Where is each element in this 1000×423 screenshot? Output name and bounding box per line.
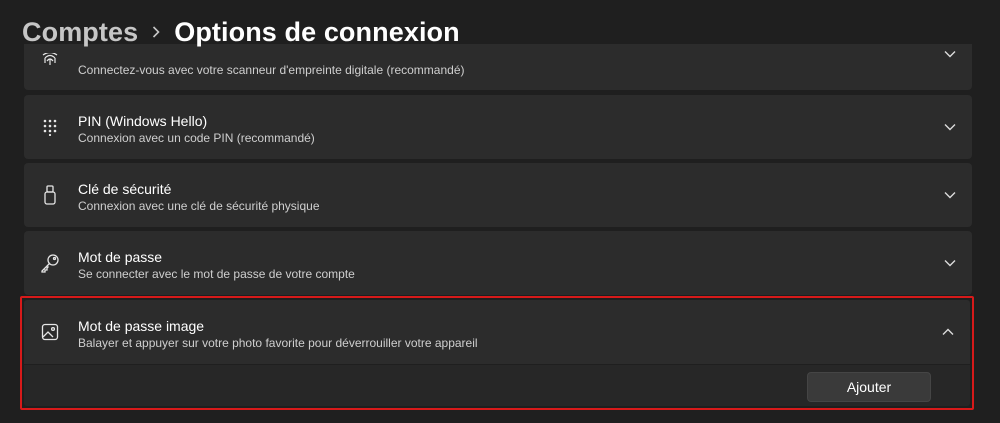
option-security-key-description: Connexion avec une clé de sécurité physi… [78, 199, 320, 213]
chevron-down-icon [942, 187, 958, 203]
breadcrumb: Comptes Options de connexion [22, 12, 460, 52]
option-security-key[interactable]: Clé de sécurité Connexion avec une clé d… [24, 163, 972, 227]
option-fingerprint-description: Connectez-vous avec votre scanneur d'emp… [78, 63, 465, 77]
option-password-title: Mot de passe [78, 249, 163, 265]
chevron-down-icon [942, 255, 958, 271]
option-picture-password-body: Ajouter [24, 365, 970, 406]
fingerprint-icon [40, 50, 60, 70]
option-security-key-title: Clé de sécurité [78, 181, 172, 197]
option-picture-password: Mot de passe image Balayer et appuyer su… [20, 296, 974, 410]
page-title: Options de connexion [174, 16, 460, 47]
key-icon [40, 253, 60, 273]
picture-icon [40, 322, 60, 342]
chevron-down-icon [942, 46, 958, 62]
option-password-description: Se connecter avec le mot de passe de vot… [78, 267, 355, 281]
option-pin[interactable]: PIN (Windows Hello) Connexion avec un co… [24, 95, 972, 159]
chevron-right-icon [138, 26, 174, 38]
option-picture-password-description: Balayer et appuyer sur votre photo favor… [78, 336, 478, 350]
settings-page: Connectez-vous avec votre scanneur d'emp… [0, 0, 1000, 423]
option-picture-password-header[interactable]: Mot de passe image Balayer et appuyer su… [24, 300, 970, 364]
option-picture-password-title: Mot de passe image [78, 318, 205, 334]
pin-keypad-icon [40, 117, 60, 137]
option-password[interactable]: Mot de passe Se connecter avec le mot de… [24, 231, 972, 295]
chevron-up-icon [940, 324, 956, 340]
option-pin-description: Connexion avec un code PIN (recommandé) [78, 131, 315, 145]
breadcrumb-parent-link[interactable]: Comptes [22, 17, 138, 48]
security-key-icon [40, 185, 60, 205]
option-pin-title: PIN (Windows Hello) [78, 113, 208, 129]
chevron-down-icon [942, 119, 958, 135]
add-button[interactable]: Ajouter [807, 372, 931, 402]
